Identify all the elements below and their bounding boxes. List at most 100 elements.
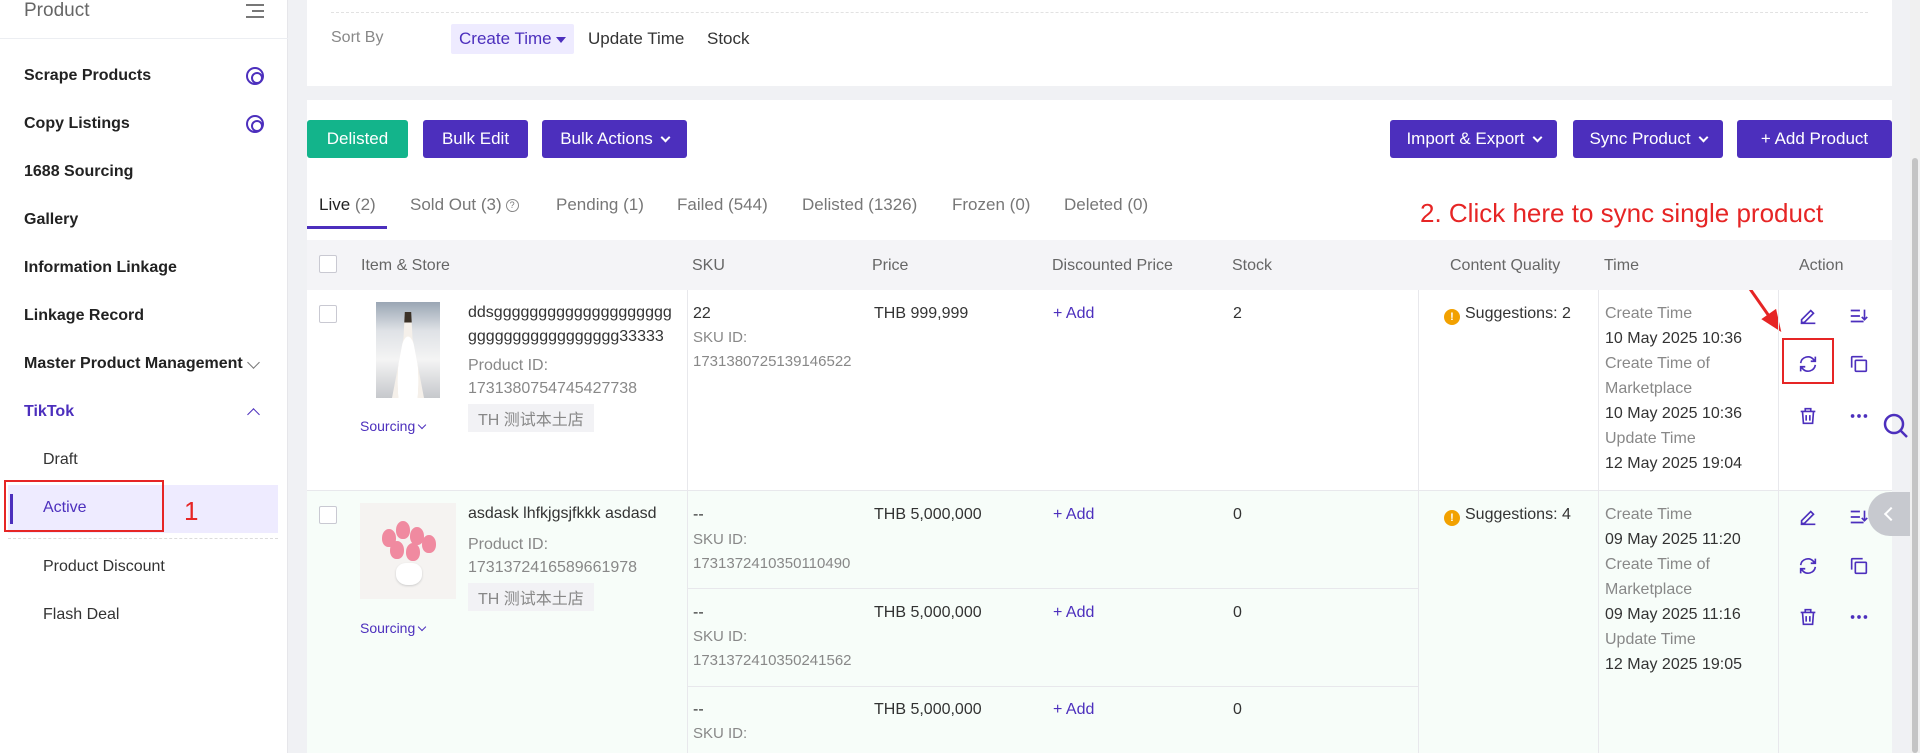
product-title[interactable]: ddsgggggggggggggggggggg ggggggggggggggggg… — [468, 301, 672, 349]
column-header-discounted-price: Discounted Price — [1052, 257, 1173, 274]
sort-option-label: Create Time — [459, 29, 552, 48]
stock-value: 0 — [1233, 604, 1242, 621]
sidebar-subitem-product-discount[interactable]: Product Discount — [43, 547, 165, 587]
content-quality[interactable]: ! Suggestions: 2 — [1444, 302, 1571, 326]
help-icon[interactable]: ? — [505, 199, 519, 213]
gear-icon[interactable] — [246, 115, 264, 133]
product-image[interactable] — [360, 503, 456, 599]
edit-icon[interactable] — [1797, 506, 1819, 528]
sidebar-title: Product — [24, 0, 90, 21]
tab-deleted[interactable]: Deleted (0) — [1064, 195, 1148, 215]
product-title[interactable]: asdask lhfkjgsjfkkk asdasd — [468, 502, 657, 526]
more-icon[interactable] — [1848, 405, 1870, 427]
warning-icon: ! — [1444, 510, 1460, 526]
row-checkbox[interactable] — [319, 506, 337, 524]
sidebar-item-scrape-products[interactable]: Scrape Products — [24, 56, 264, 96]
stock-value: 0 — [1233, 701, 1242, 718]
copy-icon[interactable] — [1848, 353, 1870, 375]
add-discount-link[interactable]: + Add — [1053, 601, 1094, 625]
sync-icon[interactable] — [1797, 555, 1819, 577]
product-image-pot — [396, 563, 422, 585]
scrollbar[interactable] — [1910, 0, 1920, 753]
button-label: Import & Export — [1406, 129, 1525, 148]
sort-option-stock[interactable]: Stock — [707, 24, 750, 54]
product-image[interactable] — [376, 302, 440, 398]
sourcing-dropdown[interactable]: Sourcing — [360, 620, 427, 636]
highlight-box-sync — [1782, 338, 1834, 384]
add-product-button[interactable]: + Add Product — [1737, 120, 1892, 158]
sort-icon[interactable] — [1848, 305, 1870, 327]
column-header-time: Time — [1604, 257, 1639, 274]
content-quality[interactable]: ! Suggestions: 4 — [1444, 503, 1571, 527]
highlight-box-active — [4, 480, 164, 532]
product-image-tulip — [406, 543, 420, 561]
tab-live[interactable]: Live (2) — [319, 195, 376, 215]
annotation-step-1: 1 — [184, 496, 199, 526]
import-export-button[interactable]: Import & Export — [1390, 120, 1557, 158]
add-discount-link[interactable]: + Add — [1053, 698, 1094, 722]
row-checkbox[interactable] — [319, 305, 337, 323]
collapse-menu-icon[interactable] — [246, 3, 264, 19]
active-tab-indicator — [307, 226, 387, 229]
tab-label: Live — [319, 195, 351, 214]
sku-id-label: SKU ID: — [693, 531, 748, 548]
sidebar-item-tiktok[interactable]: TikTok — [24, 392, 264, 432]
sort-icon[interactable] — [1848, 506, 1870, 528]
caret-down-icon — [555, 36, 566, 43]
copy-icon[interactable] — [1848, 555, 1870, 577]
sidebar-item-label: Linkage Record — [24, 307, 145, 324]
sidebar-item-label: Information Linkage — [24, 259, 177, 276]
button-label: Delisted — [326, 129, 389, 148]
divider — [687, 588, 1418, 589]
price-value: THB 5,000,000 — [874, 506, 982, 523]
sidebar-item-label: Master Product Management — [24, 355, 243, 372]
sidebar-item-information-linkage[interactable]: Information Linkage — [24, 248, 264, 288]
scrollbar-thumb[interactable] — [1912, 158, 1918, 753]
tab-label: Failed — [677, 195, 724, 214]
sourcing-label: Sourcing — [360, 620, 416, 636]
sidebar-subitem-draft[interactable]: Draft — [43, 440, 78, 480]
delete-icon[interactable] — [1797, 606, 1819, 628]
sku-value: -- — [693, 506, 704, 523]
update-time-label: Update Time — [1605, 631, 1696, 648]
sync-product-button[interactable]: Sync Product — [1573, 120, 1723, 158]
delisted-button[interactable]: Delisted — [307, 120, 408, 158]
delete-icon[interactable] — [1797, 405, 1819, 427]
product-image-tulip — [396, 521, 410, 539]
search-icon[interactable] — [1882, 412, 1910, 440]
sidebar-item-linkage-record[interactable]: Linkage Record — [24, 296, 264, 336]
chevron-up-icon — [247, 407, 260, 421]
tab-count: (0) — [1009, 195, 1031, 214]
add-discount-link[interactable]: + Add — [1053, 503, 1094, 527]
select-all-checkbox[interactable] — [319, 255, 337, 273]
tab-sold-out[interactable]: Sold Out (3)? — [410, 195, 519, 215]
sidebar-item-label: TikTok — [24, 403, 75, 420]
content-quality-label: Suggestions: 2 — [1465, 305, 1571, 322]
sort-by-label: Sort By — [331, 29, 384, 46]
add-discount-link[interactable]: + Add — [1053, 302, 1094, 326]
sidebar-item-copy-listings[interactable]: Copy Listings — [24, 104, 264, 144]
marketplace-time-label: Create Time of — [1605, 556, 1710, 573]
tab-pending[interactable]: Pending (1) — [556, 195, 644, 215]
tab-failed[interactable]: Failed (544) — [677, 195, 768, 215]
edit-icon[interactable] — [1797, 305, 1819, 327]
sidebar-item-master-product-management[interactable]: Master Product Management — [24, 344, 264, 384]
button-label: Sync Product — [1589, 129, 1691, 148]
sidebar-subitem-flash-deal[interactable]: Flash Deal — [43, 595, 119, 635]
column-header-item-store: Item & Store — [361, 257, 450, 274]
sidebar-item-1688-sourcing[interactable]: 1688 Sourcing — [24, 152, 264, 192]
price-value: THB 5,000,000 — [874, 604, 982, 621]
sidebar-item-gallery[interactable]: Gallery — [24, 200, 264, 240]
tab-delisted[interactable]: Delisted (1326) — [802, 195, 917, 215]
sort-option-update-time[interactable]: Update Time — [588, 24, 684, 54]
sort-option-create-time[interactable]: Create Time — [451, 24, 574, 54]
sidebar-item-label: Copy Listings — [24, 115, 130, 132]
tab-frozen[interactable]: Frozen (0) — [952, 195, 1030, 215]
bulk-edit-button[interactable]: Bulk Edit — [423, 120, 528, 158]
bulk-actions-button[interactable]: Bulk Actions — [542, 120, 687, 158]
sourcing-dropdown[interactable]: Sourcing — [360, 418, 427, 434]
product-id-label: Product ID: — [468, 357, 549, 374]
more-icon[interactable] — [1848, 606, 1870, 628]
gear-icon[interactable] — [246, 67, 264, 85]
product-title-line: ggggggggggggggggg33333 — [468, 328, 664, 345]
